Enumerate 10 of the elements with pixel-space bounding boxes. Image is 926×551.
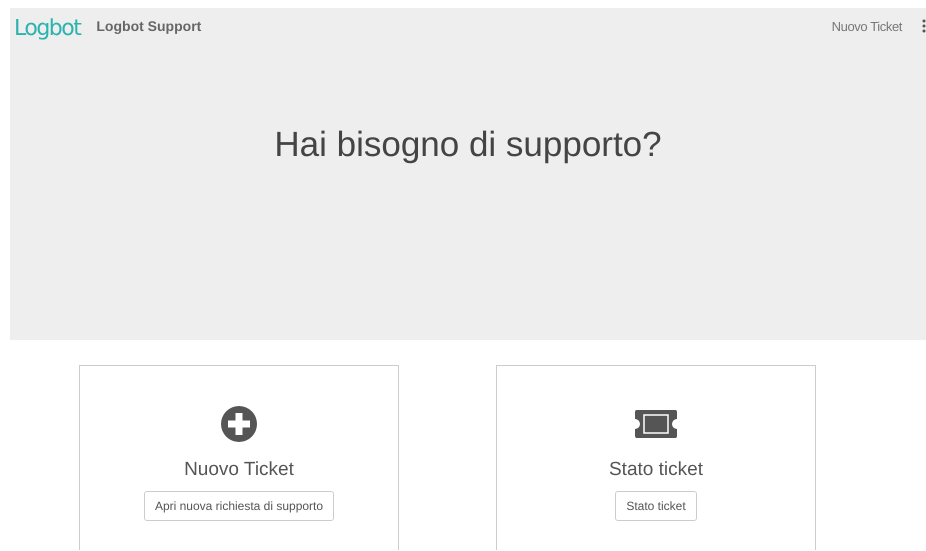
card-title: Stato ticket (609, 458, 703, 482)
menu-icon[interactable] (922, 19, 926, 33)
hero-title: Hai bisogno di supporto? (273, 124, 663, 166)
card-button[interactable]: Stato ticket (615, 490, 697, 520)
nav-link[interactable]: Nuovo Ticket (832, 17, 902, 36)
brand-name[interactable]: Logbot Support (96, 16, 202, 37)
ticket-icon (635, 410, 677, 438)
card-button[interactable]: Apri nuova richiesta di supporto (144, 490, 334, 520)
card-title: Nuovo Ticket (184, 458, 294, 482)
plus-circle-icon (221, 406, 257, 442)
